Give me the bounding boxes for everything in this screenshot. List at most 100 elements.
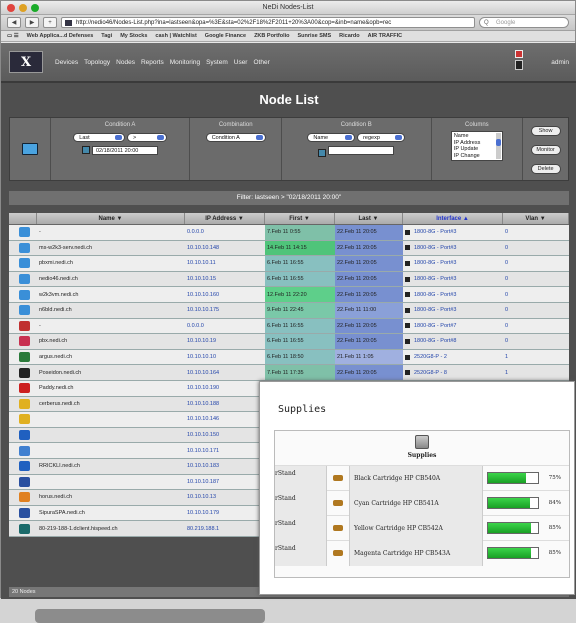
add-bookmark-button[interactable]: +	[43, 17, 57, 28]
device-icon[interactable]	[513, 50, 525, 74]
condition-b: Condition B Name regexp	[281, 118, 430, 180]
delete-button[interactable]: Delete	[530, 164, 561, 174]
bookmark-item[interactable]: Web Applica...d Defenses	[27, 33, 94, 39]
menu-item-other[interactable]: Other	[253, 59, 269, 66]
node-interface[interactable]: 1800-8G - Port#3	[403, 287, 503, 302]
combination-select[interactable]: Condition A	[205, 133, 266, 142]
node-interface[interactable]: 1800-8G - Port#3	[403, 225, 503, 240]
menu-item-nodes[interactable]: Nodes	[116, 59, 135, 66]
bookmark-item[interactable]: AIR TRAFFIC	[368, 33, 403, 39]
bookmark-item[interactable]: Ricardo	[339, 33, 359, 39]
node-ip: 0.0.0.0	[187, 322, 204, 329]
condition-a-value-input[interactable]: 02/18/2011 20:00	[91, 146, 158, 155]
node-name[interactable]: -	[37, 225, 185, 240]
calendar-icon[interactable]	[318, 149, 327, 158]
node-vlan: 1	[505, 354, 509, 361]
minimize-icon[interactable]	[19, 4, 27, 12]
bookmark-item[interactable]: Google Finance	[205, 33, 246, 39]
header-ip[interactable]: IP Address ▼	[185, 213, 265, 224]
node-vlan: 0	[505, 307, 509, 314]
close-icon[interactable]	[7, 4, 15, 12]
node-interface[interactable]: 2520G8-P - 8	[403, 365, 503, 380]
node-icon-cell	[9, 459, 37, 474]
node-interface[interactable]: 2520G8-P - 2	[403, 350, 503, 365]
url-field[interactable]: http://nedio46/Nodes-List.php?ina=lastse…	[61, 17, 475, 28]
node-name[interactable]	[37, 428, 185, 443]
bookmark-item[interactable]: Tagi	[101, 33, 112, 39]
table-row[interactable]: Poseidon.nedi.ch 10.10.10.164 7.Feb 11 17:…	[9, 365, 569, 381]
condition-b-field-select[interactable]: Name	[307, 133, 356, 142]
node-name[interactable]: argus.nedi.ch	[37, 350, 185, 365]
user-name[interactable]: admin	[551, 59, 569, 66]
show-button[interactable]: Show	[530, 126, 561, 136]
menu-item-devices[interactable]: Devices	[55, 59, 78, 66]
condition-b-value-input[interactable]	[328, 146, 395, 155]
node-name[interactable]	[37, 412, 185, 427]
table-row[interactable]: -0.0.0.0 6.Feb 11 16:55 22.Feb 11 20:05 180…	[9, 318, 569, 335]
bookmark-item[interactable]: cash | Watchlist	[155, 33, 196, 39]
node-icon-cell	[9, 521, 37, 536]
table-row[interactable]: pbx.nedi.ch 10.10.10.19 6.Feb 11 16:55 22.F…	[9, 334, 569, 350]
table-row[interactable]: pbxmi.nedi.ch 10.10.10.11 6.Feb 11 16:55 22…	[9, 256, 569, 272]
monitor-button[interactable]: Monitor	[530, 145, 561, 155]
nedi-logo[interactable]: X	[9, 51, 43, 73]
node-name[interactable]: horus.nedi.ch	[37, 490, 185, 505]
ink-cartridge-icon	[415, 435, 429, 449]
table-row[interactable]: n6bld.nedi.ch 10.10.10.175 9.Feb 11 22:45 2…	[9, 302, 569, 319]
listbox-scrollbar[interactable]	[495, 133, 501, 159]
node-interface[interactable]: 1800-8G - Port#3	[403, 272, 503, 287]
node-name[interactable]: pbx.nedi.ch	[37, 334, 185, 349]
menu-item-user[interactable]: User	[234, 59, 248, 66]
bookmark-item[interactable]: My Stocks	[120, 33, 147, 39]
node-name[interactable]	[37, 443, 185, 458]
node-name[interactable]: 80-219-188-1.dclient.hispeed.ch	[37, 521, 185, 536]
menu-item-monitoring[interactable]: Monitoring	[170, 59, 200, 66]
supply-level-bar	[487, 522, 539, 534]
header-vlan[interactable]: Vlan ▼	[503, 213, 569, 224]
node-name[interactable]: SipuraSPA.nedi.ch	[37, 506, 185, 521]
header-interface[interactable]: Interface ▲	[403, 213, 503, 224]
node-interface[interactable]: 1800-8G - Port#3	[403, 256, 503, 271]
node-name[interactable]: cerberus.nedi.ch	[37, 397, 185, 412]
node-name[interactable]: nedio46.nedi.ch	[37, 272, 185, 287]
node-name[interactable]: n6bld.nedi.ch	[37, 303, 185, 318]
condition-a-operator-select[interactable]: >	[126, 133, 167, 142]
forward-button[interactable]: ▶	[25, 17, 39, 28]
node-name[interactable]	[37, 475, 185, 490]
interface-label: 1800-8G - Port#3	[414, 291, 457, 298]
node-interface[interactable]: 1800-8G - Port#7	[403, 319, 503, 334]
node-interface[interactable]: 1800-8G - Port#8	[403, 334, 503, 349]
condition-b-operator-select[interactable]: regexp	[357, 133, 406, 142]
menu-item-system[interactable]: System	[206, 59, 228, 66]
node-name[interactable]: pbxmi.nedi.ch	[37, 256, 185, 271]
node-interface[interactable]: 1800-8G - Port#3	[403, 303, 503, 318]
node-name[interactable]: -	[37, 319, 185, 334]
menu-item-topology[interactable]: Topology	[84, 59, 110, 66]
node-interface[interactable]: 1800-8G - Port#3	[403, 241, 503, 256]
columns-listbox[interactable]: Name IP Address IP Update IP Change	[450, 131, 503, 161]
table-row[interactable]: ms-w2k3-serv.nedi.ch 10.10.10.148 14.Feb 1…	[9, 240, 569, 257]
node-name[interactable]: w2k3vm.nedi.ch	[37, 287, 185, 302]
table-row[interactable]: argus.nedi.ch 10.10.10.10 6.Feb 11 18:50 21…	[9, 349, 569, 366]
bookmark-item[interactable]: ZKB Portfolio	[254, 33, 289, 39]
zoom-icon[interactable]	[31, 4, 39, 12]
bookmarks-icon[interactable]: ▭ ☰	[7, 33, 19, 39]
table-row[interactable]: -0.0.0.0 7.Feb 11 0:55 22.Feb 11 20:05 1800…	[9, 225, 569, 241]
header-last[interactable]: Last ▼	[335, 213, 403, 224]
calendar-icon[interactable]	[82, 146, 91, 155]
node-name[interactable]: ms-w2k3-serv.nedi.ch	[37, 241, 185, 256]
header-name[interactable]: Name ▼	[37, 213, 185, 224]
header-first[interactable]: First ▼	[265, 213, 335, 224]
menu-item-reports[interactable]: Reports	[141, 59, 164, 66]
search-field[interactable]: Q Google	[479, 17, 569, 28]
condition-a-field-select[interactable]: Last	[73, 133, 126, 142]
supply-name: Yellow Cartridge HP CB542A	[349, 515, 483, 541]
node-name[interactable]: Paddy.nedi.ch	[37, 381, 185, 396]
columns-option[interactable]: IP Change	[454, 153, 500, 160]
back-button[interactable]: ◀	[7, 17, 21, 28]
table-row[interactable]: nedio46.nedi.ch 10.10.10.15 6.Feb 11 16:55…	[9, 271, 569, 288]
node-name[interactable]: Poseidon.nedi.ch	[37, 365, 185, 380]
table-row[interactable]: w2k3vm.nedi.ch 10.10.10.160 12.Feb 11 22:2…	[9, 287, 569, 303]
bookmark-item[interactable]: Sunrise SMS	[298, 33, 332, 39]
node-name[interactable]: RRICKLI.nedi.ch	[37, 459, 185, 474]
